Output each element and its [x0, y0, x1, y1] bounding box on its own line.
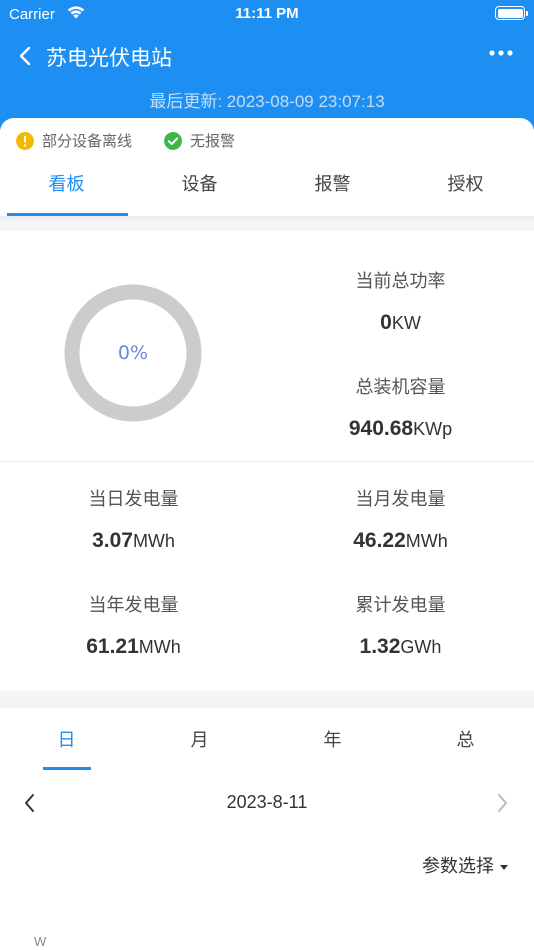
period-tab-day[interactable]: 日: [0, 726, 133, 752]
installed-capacity-stat: 总装机容量 940.68KWp: [267, 373, 534, 441]
next-date-icon[interactable]: [494, 792, 510, 814]
yearly-generation-stat: 当年发电量 61.21MWh: [0, 591, 267, 659]
page-title: 苏电光伏电站: [46, 46, 172, 70]
last-update-time: 最后更新: 2023-08-09 23:07:13: [149, 92, 385, 111]
clock: 11:11 PM: [235, 5, 299, 22]
tab-dashboard[interactable]: 看板: [0, 166, 133, 216]
stat-title: 当月发电量: [355, 489, 446, 510]
monthly-generation-stat: 当月发电量 46.22MWh: [267, 485, 534, 553]
check-circle-icon: [164, 132, 182, 150]
tab-devices[interactable]: 设备: [133, 166, 266, 216]
chart-unit-label: W: [34, 934, 47, 949]
stat-title: 当前总功率: [355, 271, 446, 292]
warning-icon: [16, 132, 34, 150]
tabs-shadow: [0, 216, 534, 222]
stat-value: 46.22MWh: [353, 529, 448, 552]
stat-title: 当日发电量: [88, 489, 179, 510]
chip-label: 部分设备离线: [42, 132, 133, 150]
stat-value: 61.21MWh: [86, 635, 181, 658]
period-tab-month[interactable]: 月: [133, 726, 266, 752]
status-bar: Carrier 11:11 PM: [0, 0, 534, 28]
chip-label: 无报警: [190, 132, 236, 150]
nav-bar: 苏电光伏电站: [0, 36, 534, 76]
total-generation-stat: 累计发电量 1.32GWh: [267, 591, 534, 659]
stat-value: 1.32GWh: [359, 635, 442, 658]
period-tab-total[interactable]: 总: [399, 726, 532, 752]
back-arrow-icon[interactable]: [16, 44, 36, 68]
battery-icon: [495, 6, 528, 20]
stat-title: 总装机容量: [355, 377, 446, 398]
active-period-indicator: [43, 767, 91, 770]
main-tabs: 看板 设备 报警 授权: [0, 166, 534, 218]
app-header: Carrier 11:11 PM 苏电光伏电站 最后更新: 2023-08-09…: [0, 0, 534, 130]
parameter-select[interactable]: 参数选择: [422, 852, 508, 878]
stat-value: 3.07MWh: [92, 529, 175, 552]
selected-date[interactable]: 2023-8-11: [0, 792, 534, 813]
more-options-icon[interactable]: [488, 48, 514, 58]
period-tab-year[interactable]: 年: [266, 726, 399, 752]
stats-panel: 0% 当前总功率 0KW 总装机容量 940.68KWp 当日发电量 3.07M…: [0, 231, 534, 691]
stat-value: 940.68KWp: [348, 417, 453, 440]
daily-generation-stat: 当日发电量 3.07MWh: [0, 485, 267, 553]
dropdown-caret-icon: [500, 864, 508, 870]
station-card: 部分设备离线 无报警 看板 设备 报警 授权: [0, 118, 534, 218]
current-power-stat: 当前总功率 0KW: [267, 267, 534, 335]
tab-alarms[interactable]: 报警: [266, 166, 399, 216]
ring-percentage: 0%: [117, 342, 149, 364]
stats-divider: [0, 461, 534, 462]
generation-chart-panel: 日 月 年 总 2023-8-11 参数选择 W: [0, 708, 534, 950]
stat-value: 0KW: [380, 311, 421, 334]
tab-authorization[interactable]: 授权: [399, 166, 532, 216]
stat-title: 累计发电量: [355, 595, 446, 616]
stat-title: 当年发电量: [88, 595, 179, 616]
